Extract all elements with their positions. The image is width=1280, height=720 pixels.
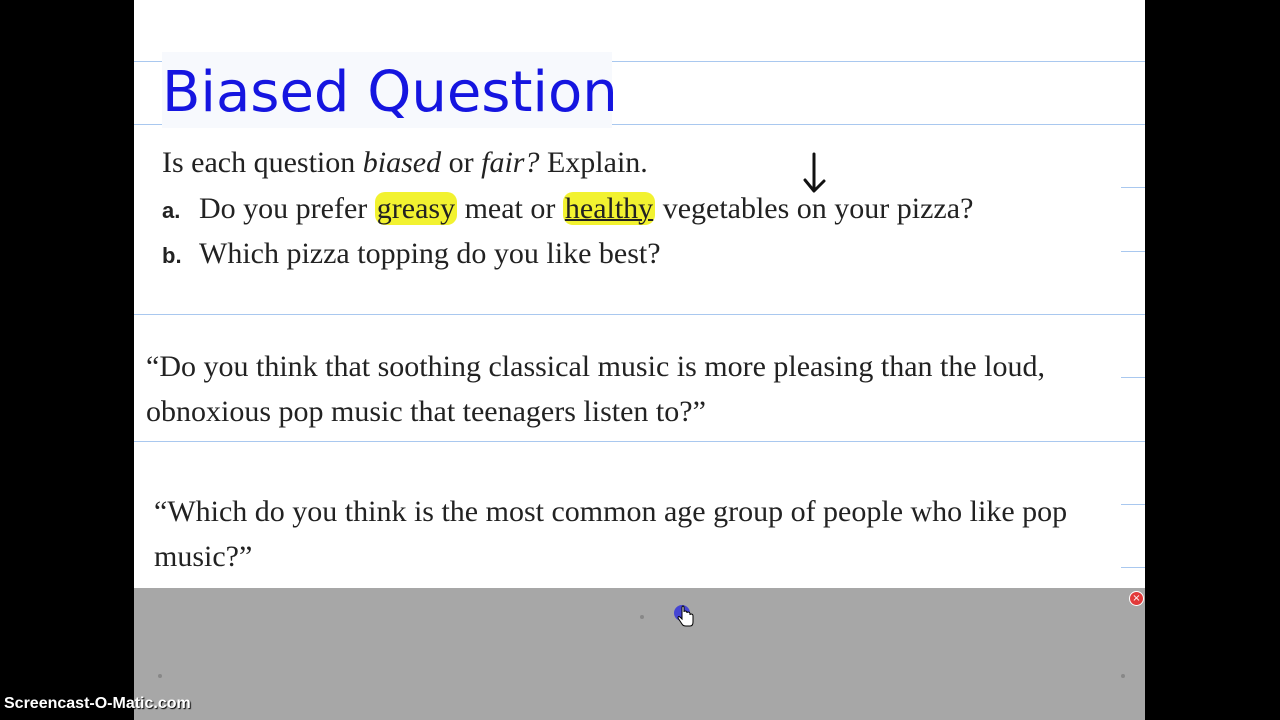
toolbar-handle-dot [158, 674, 162, 678]
question-b: b. Which pizza topping do you like best? [162, 237, 661, 271]
notebook-rule [1121, 251, 1145, 252]
slide: Biased Question Is each question biased … [134, 0, 1145, 720]
highlight-greasy: greasy [374, 192, 458, 225]
prompt-biased: biased [362, 146, 442, 179]
question-b-letter: b. [162, 243, 182, 268]
prompt-or: or [441, 146, 482, 179]
slide-title: Biased Question [162, 60, 618, 125]
prompt-fair: fair? [481, 146, 540, 179]
question-b-text: Which pizza topping do you like best? [199, 237, 661, 270]
quote-classical-music: “Do you think that soothing classical mu… [146, 350, 1046, 428]
close-icon[interactable]: × [1129, 591, 1144, 606]
hand-pointer-icon [674, 605, 694, 627]
watermark: Screencast-O-Matic.com [4, 695, 191, 712]
down-arrow-annotation [803, 152, 826, 193]
highlight-healthy: healthy [562, 192, 656, 225]
notebook-rule [1121, 567, 1145, 568]
quote-pop-music: “Which do you think is the most common a… [154, 495, 1068, 573]
question-a-pre: Do you prefer [199, 192, 375, 225]
notebook-rule [1121, 504, 1145, 505]
question-prompt: Is each question biased or fair? Explain… [162, 146, 648, 180]
toolbar-handle-dot [640, 615, 644, 619]
prompt-start: Is each question [162, 146, 363, 179]
prompt-end: Explain. [539, 146, 648, 179]
notebook-rule [134, 314, 1145, 315]
recorder-toolbar[interactable]: × [134, 588, 1145, 720]
question-a-letter: a. [162, 198, 181, 223]
notebook-rule [1121, 187, 1145, 188]
toolbar-handle-dot [1121, 674, 1125, 678]
question-a-mid: meat or [457, 192, 563, 225]
question-a-post: vegetables on your pizza? [655, 192, 974, 225]
question-a: a. Do you prefer greasy meat or healthy v… [162, 192, 973, 226]
notebook-rule [134, 441, 1145, 442]
